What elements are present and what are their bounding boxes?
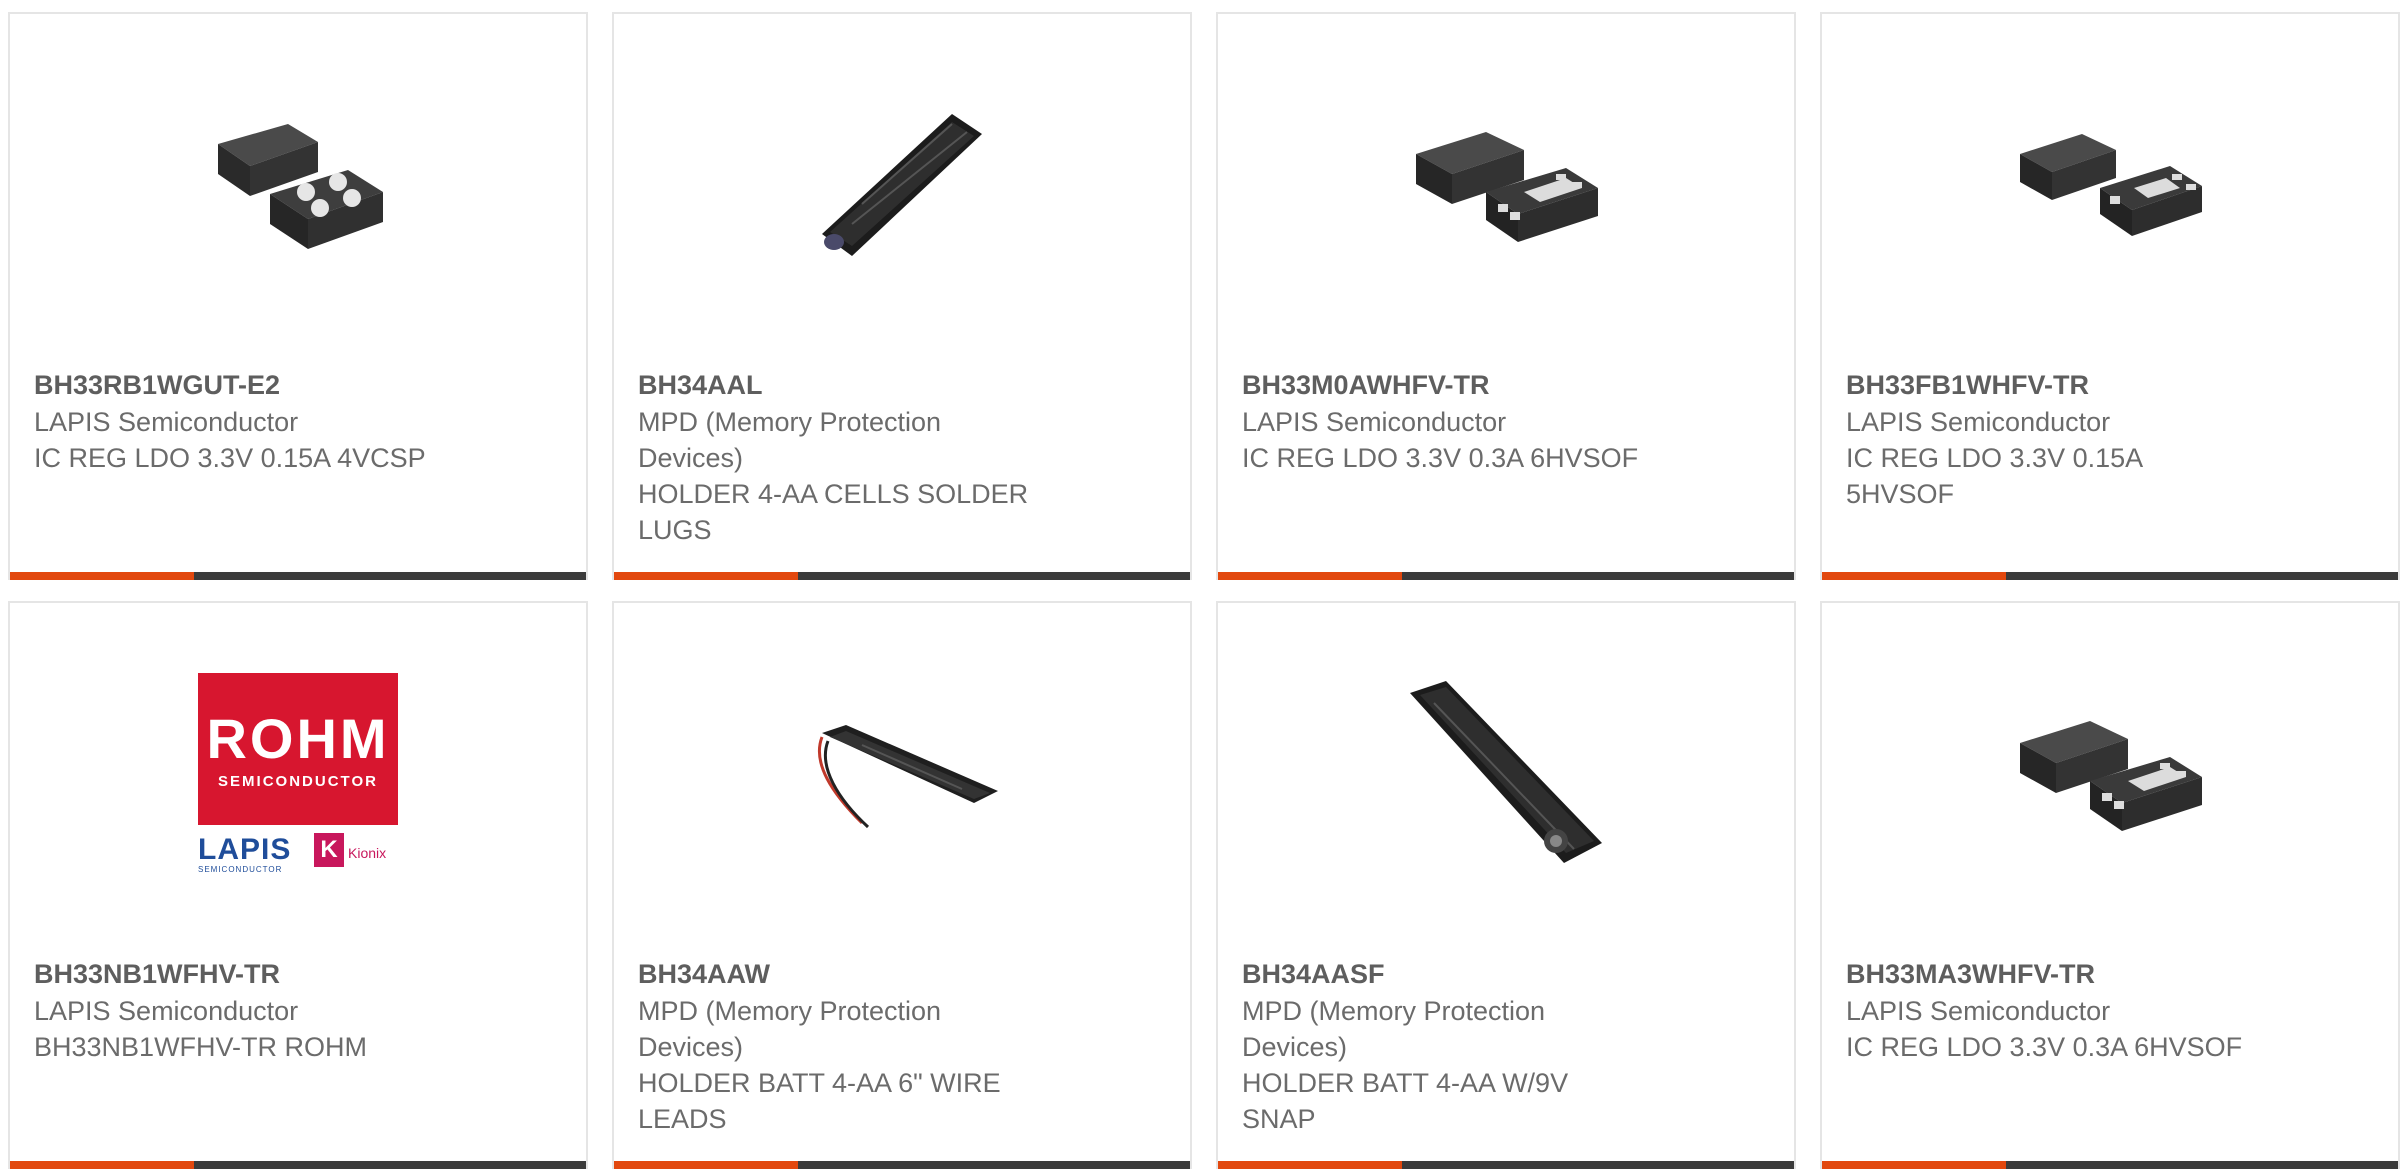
kionix-logo: K Kionix xyxy=(314,833,394,867)
product-image[interactable] xyxy=(1406,673,1606,873)
product-card[interactable]: ROHM SEMICONDUCTOR LAPIS SEMICONDUCTOR K… xyxy=(8,601,588,1169)
product-info: BH33NB1WFHV-TR LAPIS Semiconductor BH33N… xyxy=(34,955,464,1065)
description: IC REG LDO 3.3V 0.3A 6HVSOF xyxy=(1242,443,1639,473)
description-line-2: LEADS xyxy=(638,1104,727,1134)
product-card[interactable]: BH34AAW MPD (Memory Protection Devices) … xyxy=(612,601,1192,1169)
manufacturer: LAPIS Semiconductor xyxy=(1846,407,2111,437)
chip-6hvsof-icon xyxy=(1416,132,1598,242)
product-card[interactable]: BH33MA3WHFV-TR LAPIS Semiconductor IC RE… xyxy=(1820,601,2400,1169)
card-accent-bar xyxy=(614,1161,1190,1169)
product-info: BH33FB1WHFV-TR LAPIS Semiconductor IC RE… xyxy=(1846,366,2276,512)
card-accent-bar xyxy=(1218,572,1794,580)
card-accent-bar xyxy=(614,572,1190,580)
manufacturer: LAPIS Semiconductor xyxy=(1242,407,1507,437)
lapis-logo-text: LAPIS xyxy=(198,833,292,866)
card-accent-bar xyxy=(10,1161,586,1169)
part-number[interactable]: BH34AAL xyxy=(638,366,1068,404)
card-accent-bar xyxy=(1218,1161,1794,1169)
product-info: BH33RB1WGUT-E2 LAPIS Semiconductor IC RE… xyxy=(34,366,464,476)
card-accent-bar xyxy=(1822,1161,2398,1169)
card-accent-bar xyxy=(1822,572,2398,580)
partner-logos: LAPIS SEMICONDUCTOR K Kionix xyxy=(198,831,398,874)
manufacturer-line-2: Devices) xyxy=(638,1032,744,1062)
product-image[interactable] xyxy=(1406,84,1606,284)
manufacturer: LAPIS Semiconductor xyxy=(34,407,299,437)
chip-5hvsof-icon xyxy=(2020,134,2202,236)
part-number[interactable]: BH34AAW xyxy=(638,955,1068,993)
description-line-2: 5HVSOF xyxy=(1846,479,1955,509)
description: BH33NB1WFHV-TR ROHM xyxy=(34,1032,368,1062)
rohm-brand-sub: SEMICONDUCTOR xyxy=(218,773,378,790)
battery-holder-wire-icon xyxy=(817,725,998,829)
chip-4vcsp-icon xyxy=(218,124,383,249)
part-number[interactable]: BH33RB1WGUT-E2 xyxy=(34,366,464,404)
manufacturer: LAPIS Semiconductor xyxy=(1846,996,2111,1026)
rohm-logo-red-block: ROHM SEMICONDUCTOR xyxy=(198,673,398,825)
rohm-logo: ROHM SEMICONDUCTOR LAPIS SEMICONDUCTOR K… xyxy=(198,673,398,874)
chip-6hvsof-icon xyxy=(2020,721,2202,831)
lapis-logo-sub: SEMICONDUCTOR xyxy=(198,865,283,874)
battery-holder-icon xyxy=(822,114,982,256)
rohm-brand-text: ROHM xyxy=(206,707,390,770)
description-line-1: HOLDER 4-AA CELLS SOLDER xyxy=(638,479,1029,509)
product-card[interactable]: BH33M0AWHFV-TR LAPIS Semiconductor IC RE… xyxy=(1216,12,1796,580)
product-image[interactable]: ROHM SEMICONDUCTOR LAPIS SEMICONDUCTOR K… xyxy=(198,673,398,874)
manufacturer: LAPIS Semiconductor xyxy=(34,996,299,1026)
card-accent-bar xyxy=(10,572,586,580)
product-card[interactable]: BH33RB1WGUT-E2 LAPIS Semiconductor IC RE… xyxy=(8,12,588,580)
description-line-1: IC REG LDO 3.3V 0.15A xyxy=(1846,443,2144,473)
product-info: BH33M0AWHFV-TR LAPIS Semiconductor IC RE… xyxy=(1242,366,1672,476)
description-line-2: SNAP xyxy=(1242,1104,1316,1134)
battery-holder-snap-icon xyxy=(1410,681,1602,863)
product-image[interactable] xyxy=(802,673,1002,873)
manufacturer-line-2: Devices) xyxy=(638,443,744,473)
product-image[interactable] xyxy=(2010,673,2210,873)
manufacturer-line-1: MPD (Memory Protection xyxy=(638,996,942,1026)
part-number[interactable]: BH33MA3WHFV-TR xyxy=(1846,955,2276,993)
product-image[interactable] xyxy=(802,84,1002,284)
product-grid: BH33RB1WGUT-E2 LAPIS Semiconductor IC RE… xyxy=(0,0,2400,1169)
product-card[interactable]: BH33FB1WHFV-TR LAPIS Semiconductor IC RE… xyxy=(1820,12,2400,580)
description: IC REG LDO 3.3V 0.3A 6HVSOF xyxy=(1846,1032,2243,1062)
product-card[interactable]: BH34AASF MPD (Memory Protection Devices)… xyxy=(1216,601,1796,1169)
manufacturer-line-1: MPD (Memory Protection xyxy=(638,407,942,437)
part-number[interactable]: BH34AASF xyxy=(1242,955,1672,993)
kionix-logo-text: Kionix xyxy=(348,845,387,861)
description: IC REG LDO 3.3V 0.15A 4VCSP xyxy=(34,443,426,473)
product-card[interactable]: BH34AAL MPD (Memory Protection Devices) … xyxy=(612,12,1192,580)
description-line-1: HOLDER BATT 4-AA 6" WIRE xyxy=(638,1068,1001,1098)
part-number[interactable]: BH33NB1WFHV-TR xyxy=(34,955,464,993)
part-number[interactable]: BH33M0AWHFV-TR xyxy=(1242,366,1672,404)
description-line-2: LUGS xyxy=(638,515,712,545)
part-number[interactable]: BH33FB1WHFV-TR xyxy=(1846,366,2276,404)
product-image[interactable] xyxy=(198,84,398,284)
product-info: BH34AASF MPD (Memory Protection Devices)… xyxy=(1242,955,1672,1137)
product-info: BH33MA3WHFV-TR LAPIS Semiconductor IC RE… xyxy=(1846,955,2276,1065)
manufacturer-line-2: Devices) xyxy=(1242,1032,1348,1062)
product-info: BH34AAW MPD (Memory Protection Devices) … xyxy=(638,955,1068,1137)
kionix-mark-icon: K xyxy=(314,833,344,867)
product-info: BH34AAL MPD (Memory Protection Devices) … xyxy=(638,366,1068,548)
manufacturer-line-1: MPD (Memory Protection xyxy=(1242,996,1546,1026)
description-line-1: HOLDER BATT 4-AA W/9V xyxy=(1242,1068,1569,1098)
product-image[interactable] xyxy=(2010,84,2210,284)
